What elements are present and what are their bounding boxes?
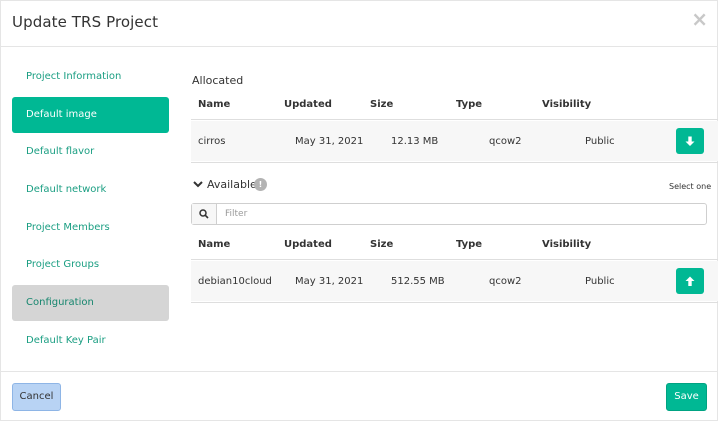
available-row-updated: May 31, 2021: [295, 276, 364, 287]
allocated-col-size[interactable]: Size: [370, 99, 393, 110]
available-table-row: debian10cloud May 31, 2021 512.55 MB qco…: [191, 261, 718, 301]
arrow-up-icon: [685, 276, 695, 286]
modal-footer-divider: [1, 371, 718, 372]
filter-icon-box: [192, 204, 217, 224]
available-col-size[interactable]: Size: [370, 239, 393, 250]
allocated-col-type[interactable]: Type: [456, 99, 482, 110]
allocated-col-visibility[interactable]: Visibility: [542, 99, 591, 110]
update-project-modal: Update TRS Project × Project Information…: [0, 0, 718, 421]
allocate-button[interactable]: [676, 268, 704, 294]
modal-header: Update TRS Project ×: [1, 1, 718, 47]
available-bottom-divider: [191, 302, 718, 303]
deallocate-button[interactable]: [676, 128, 704, 154]
available-label[interactable]: Available: [207, 178, 257, 191]
allocated-header-divider: [191, 119, 718, 120]
available-col-visibility[interactable]: Visibility: [542, 239, 591, 250]
available-col-name[interactable]: Name: [198, 239, 230, 250]
search-icon: [199, 209, 209, 219]
allocated-row-visibility: Public: [585, 136, 615, 147]
modal-title: Update TRS Project: [12, 13, 159, 31]
allocated-table-row: cirros May 31, 2021 12.13 MB qcow2 Publi…: [191, 121, 718, 161]
allocated-row-type: qcow2: [489, 136, 522, 147]
info-icon[interactable]: !: [254, 178, 267, 191]
sidebar-item-default-flavor[interactable]: Default flavor: [12, 134, 169, 170]
allocated-row-size: 12.13 MB: [391, 136, 439, 147]
allocated-col-name[interactable]: Name: [198, 99, 230, 110]
available-row-visibility: Public: [585, 276, 615, 287]
allocated-label: Allocated: [192, 74, 244, 87]
available-col-type[interactable]: Type: [456, 239, 482, 250]
allocated-row-name: cirros: [198, 136, 226, 147]
chevron-down-icon[interactable]: [192, 178, 204, 190]
sidebar-item-default-network[interactable]: Default network: [12, 172, 169, 208]
available-row-size: 512.55 MB: [391, 276, 445, 287]
close-icon[interactable]: ×: [691, 9, 708, 29]
save-button[interactable]: Save: [666, 383, 707, 411]
available-row-name: debian10cloud: [198, 276, 272, 287]
allocated-bottom-divider: [191, 162, 718, 163]
sidebar-item-default-image[interactable]: Default image: [12, 97, 169, 133]
arrow-down-icon: [685, 136, 695, 146]
sidebar-item-default-key-pair[interactable]: Default Key Pair: [12, 323, 169, 359]
sidebar-item-project-members[interactable]: Project Members: [12, 210, 169, 246]
sidebar-item-project-information[interactable]: Project Information: [12, 59, 169, 95]
sidebar-item-configuration[interactable]: Configuration: [12, 285, 169, 321]
available-col-updated[interactable]: Updated: [284, 239, 332, 250]
filter-box: [191, 203, 707, 225]
allocated-row-updated: May 31, 2021: [295, 136, 364, 147]
sidebar-item-project-groups[interactable]: Project Groups: [12, 247, 169, 283]
available-row-type: qcow2: [489, 276, 522, 287]
filter-input[interactable]: [218, 204, 706, 224]
available-header-divider: [191, 259, 718, 260]
cancel-button[interactable]: Cancel: [12, 383, 61, 411]
select-one-hint: Select one: [669, 182, 712, 191]
allocated-col-updated[interactable]: Updated: [284, 99, 332, 110]
